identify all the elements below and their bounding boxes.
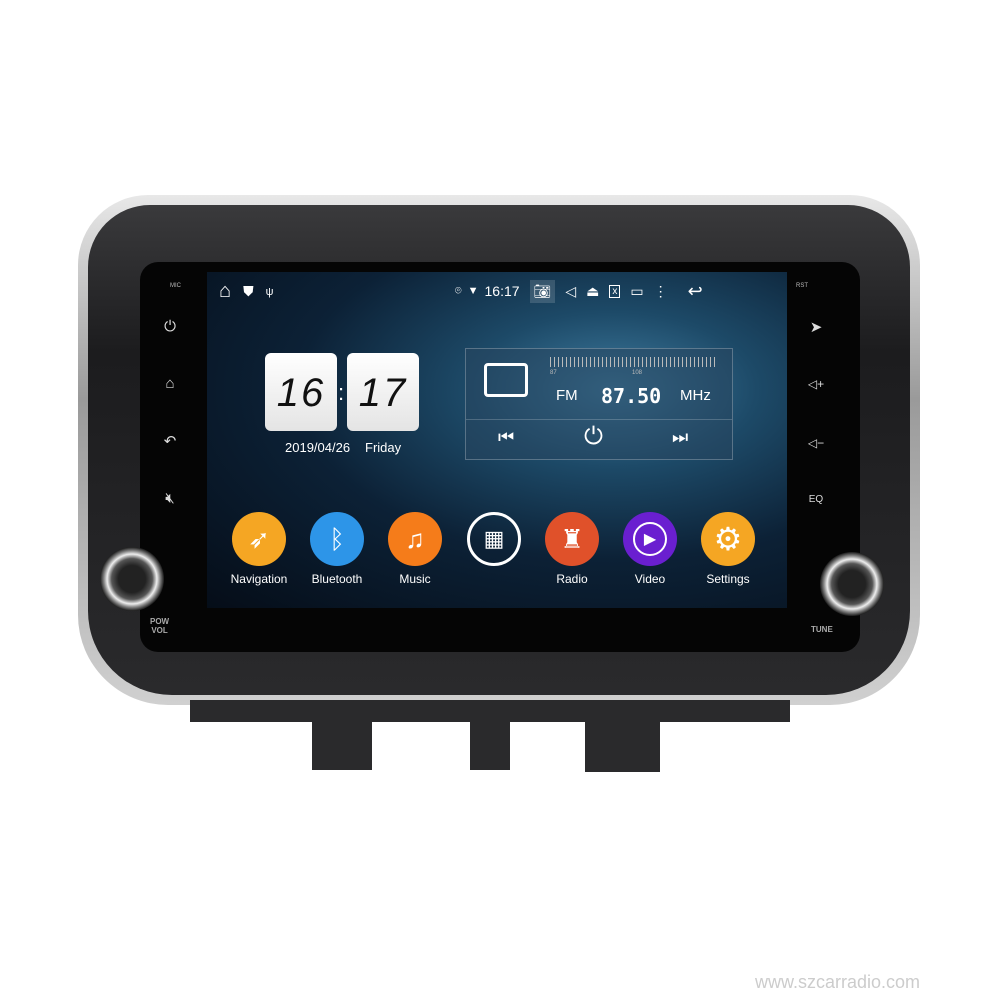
pow-vol-knob[interactable] (100, 547, 164, 611)
status-time: 16:17 (484, 283, 520, 299)
recent-apps-icon[interactable]: ▭ (630, 283, 643, 300)
screen: ⌂ ⛊ ψ ⌾ ▼ 16:17 📷︎ ◁ ⏏ x ▭ ⋮ ↩ 16 : 17 2… (207, 272, 787, 608)
app-bluetooth[interactable]: ᛒ Bluetooth (302, 512, 372, 586)
camera-icon[interactable]: 📷︎ (529, 279, 556, 303)
device-bottom-rail (190, 700, 790, 722)
radio-band: FM (556, 387, 578, 404)
clock-separator: : (338, 380, 345, 405)
app-navigation[interactable]: ➶ Navigation (224, 512, 294, 586)
bluetooth-icon: ᛒ (310, 512, 364, 566)
more-icon[interactable]: ⋮ (654, 283, 668, 300)
watermark: www.szcarradio.com (755, 972, 921, 992)
app-label: Radio (556, 572, 588, 586)
rst-label: RST (796, 283, 808, 289)
apps-grid-icon: ▦ (467, 512, 521, 566)
back-icon[interactable]: ↶ (158, 432, 182, 450)
scale-min: 87 (550, 370, 557, 376)
app-label: Video (634, 572, 666, 586)
mic-label: MIC (170, 283, 181, 289)
app-label: Settings (706, 572, 750, 586)
volume-up-icon[interactable]: ◁+ (804, 377, 828, 391)
eq-icon[interactable]: EQ (804, 494, 828, 505)
app-label: Music (399, 572, 431, 586)
close-window-icon[interactable]: x (609, 284, 621, 298)
radio-power-button[interactable]: ⏻ (584, 423, 603, 451)
radio-frequency: 87.50 (601, 384, 662, 408)
status-left: ⌂ ⛊ ψ (219, 280, 273, 303)
app-label: Bluetooth (311, 572, 363, 586)
app-radio[interactable]: ♜ Radio (537, 512, 607, 586)
frequency-scale[interactable] (550, 357, 718, 367)
app-video[interactable]: ▶ Video (615, 512, 685, 586)
navigation-icon[interactable]: ➤ (804, 318, 828, 336)
app-settings[interactable]: ⚙ Settings (693, 512, 763, 586)
tune-knob[interactable] (820, 552, 884, 616)
radio-tower-icon: ♜ (545, 512, 599, 566)
next-station-button[interactable]: ⏭ (672, 427, 688, 448)
vol-label: VOL (151, 626, 168, 635)
clock-hour: 16 (265, 353, 337, 431)
divider (466, 419, 732, 420)
tune-label: TUNE (811, 625, 833, 634)
wifi-icon: ▼ (467, 285, 479, 297)
scale-max: 108 (632, 370, 643, 376)
volume-icon[interactable]: ◁ (565, 283, 576, 300)
location-icon: ⌾ (455, 284, 462, 297)
mute-icon[interactable]: 🔇︎ (158, 490, 182, 507)
app-label: Navigation (230, 572, 288, 586)
volume-down-icon[interactable]: ◁− (804, 436, 828, 450)
app-music[interactable]: ♫ Music (380, 512, 450, 586)
clock-weekday: Friday (365, 440, 402, 455)
music-icon: ♫ (388, 512, 442, 566)
gear-icon: ⚙ (701, 512, 755, 566)
play-icon: ▶ (623, 512, 677, 566)
pow-vol-label: POW VOL (150, 617, 169, 635)
app-all-apps[interactable]: ▦ (459, 512, 529, 566)
clock-minute: 17 (347, 353, 419, 431)
clock-date: 2019/04/26 (285, 440, 351, 455)
shield-icon: ⛊ (243, 283, 254, 299)
compass-icon: ➶ (232, 512, 286, 566)
home-icon[interactable]: ⌂ (158, 375, 182, 392)
status-right: ⌾ ▼ 16:17 📷︎ ◁ ⏏ x ▭ ⋮ ↩ (455, 279, 703, 303)
eject-icon[interactable]: ⏏ (586, 283, 599, 300)
home-icon[interactable]: ⌂ (219, 280, 231, 303)
usb-icon: ψ (265, 285, 274, 298)
power-icon[interactable]: ⏻ (158, 318, 182, 335)
radio-icon (484, 363, 528, 397)
pow-label: POW (150, 617, 170, 626)
back-icon[interactable]: ↩ (688, 281, 703, 302)
previous-station-button[interactable]: ⏮ (498, 427, 514, 448)
radio-widget[interactable]: 87 108 FM 87.50 MHz ⏮ ⏻ ⏭ (465, 348, 733, 460)
radio-unit: MHz (680, 387, 711, 404)
